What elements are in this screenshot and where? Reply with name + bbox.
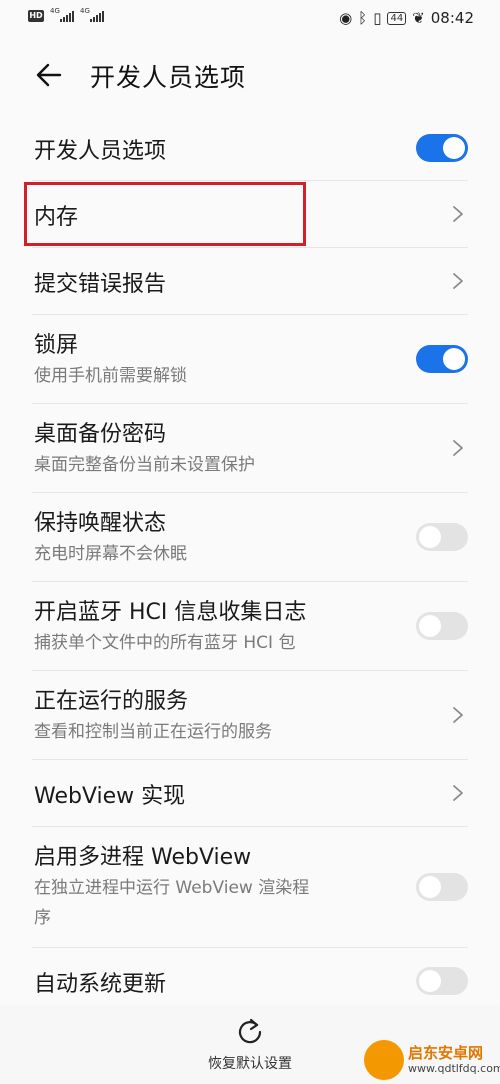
leaf-icon: ❦ — [412, 9, 425, 27]
setting-title: 提交错误报告 — [34, 272, 167, 297]
setting-title: 桌面备份密码 — [34, 422, 167, 447]
setting-subtitle-cont: 序 — [34, 908, 51, 928]
app-header: 开发人员选项 — [0, 50, 500, 100]
toggle-switch[interactable] — [416, 134, 468, 162]
toggle-switch[interactable] — [416, 967, 468, 995]
settings-row[interactable]: 正在运行的服务查看和控制当前正在运行的服务 — [32, 671, 468, 760]
toggle-switch[interactable] — [416, 612, 468, 640]
watermark-name: 启东安卓网 — [408, 1044, 484, 1062]
clock: 08:42 — [430, 9, 474, 27]
settings-row[interactable]: 锁屏使用手机前需要解锁 — [32, 315, 468, 404]
toggle-knob — [419, 526, 441, 548]
settings-list: 开发人员选项 内存 提交错误报告 锁屏 使用手机前需要解锁 桌面备份密码 桌面完整备份当前未… — [0, 116, 500, 1014]
setting-title: 开发人员选项 — [34, 139, 167, 164]
setting-title: WebView 实现 — [34, 784, 186, 809]
setting-title: 自动系统更新 — [34, 972, 167, 997]
refresh-icon — [238, 1018, 262, 1044]
setting-title: 启用多进程 WebView — [34, 845, 252, 870]
settings-row[interactable]: 提交错误报告 — [32, 248, 468, 315]
chevron-right-icon — [453, 785, 463, 801]
setting-subtitle: 使用手机前需要解锁 — [34, 366, 187, 386]
settings-row[interactable]: 保持唤醒状态充电时屏幕不会休眠 — [32, 493, 468, 582]
restore-defaults-label: 恢复默认设置 — [208, 1056, 292, 1072]
eye-icon: ◉ — [339, 9, 353, 27]
status-right: ◉ ᛒ ▯ 44 ❦ 08:42 — [339, 9, 474, 27]
setting-title: 正在运行的服务 — [34, 689, 189, 714]
toggle-knob — [419, 876, 441, 898]
setting-subtitle: 充电时屏幕不会休眠 — [34, 544, 187, 564]
settings-row[interactable]: 开启蓝牙 HCI 信息收集日志捕获单个文件中的所有蓝牙 HCI 包 — [32, 582, 468, 671]
status-left: HD 4G 4G — [28, 7, 104, 22]
hd-badge: HD — [28, 10, 44, 22]
toggle-switch[interactable] — [416, 873, 468, 901]
page-title: 开发人员选项 — [90, 63, 247, 92]
bluetooth-icon: ᛒ — [358, 9, 368, 27]
highlight-box — [24, 182, 306, 246]
settings-row[interactable]: 开发人员选项 — [32, 116, 468, 181]
settings-row[interactable]: 桌面备份密码桌面完整备份当前未设置保护 — [32, 404, 468, 493]
setting-subtitle: 查看和控制当前正在运行的服务 — [34, 722, 272, 742]
chevron-right-icon — [453, 206, 463, 222]
toggle-knob — [443, 137, 465, 159]
toggle-knob — [419, 615, 441, 637]
setting-title: 保持唤醒状态 — [34, 511, 167, 536]
watermark-url: www.qdtlfdq.com — [408, 1062, 500, 1075]
battery-icon: 44 — [387, 11, 407, 25]
restore-defaults-button[interactable]: 恢复默认设置 — [190, 1017, 310, 1077]
setting-subtitle: 桌面完整备份当前未设置保护 — [34, 455, 255, 475]
toggle-knob — [443, 348, 465, 370]
watermark-badge-icon — [364, 1040, 404, 1080]
status-bar: HD 4G 4G ◉ ᛒ ▯ 44 ❦ 08:42 — [0, 0, 500, 36]
setting-title: 开启蓝牙 HCI 信息收集日志 — [34, 600, 307, 625]
vibrate-icon: ▯ — [373, 9, 382, 27]
setting-subtitle: 在独立进程中运行 WebView 渲染程 — [34, 878, 310, 898]
settings-row[interactable]: WebView 实现 — [32, 760, 468, 827]
toggle-switch[interactable] — [416, 523, 468, 551]
setting-title: 锁屏 — [34, 333, 79, 358]
chevron-right-icon — [453, 273, 463, 289]
signal-icon: 4G — [50, 7, 74, 22]
toggle-switch[interactable] — [416, 345, 468, 373]
back-arrow-icon[interactable] — [34, 60, 64, 90]
toggle-knob — [419, 970, 441, 992]
chevron-right-icon — [453, 707, 463, 723]
settings-row[interactable]: 启用多进程 WebView 在独立进程中运行 WebView 渲染程序 — [32, 827, 468, 948]
chevron-right-icon — [453, 440, 463, 456]
setting-subtitle: 捕获单个文件中的所有蓝牙 HCI 包 — [34, 633, 296, 653]
watermark-logo: 启东安卓网 www.qdtlfdq.com — [364, 1040, 500, 1082]
signal-icon-2: 4G — [80, 7, 104, 22]
